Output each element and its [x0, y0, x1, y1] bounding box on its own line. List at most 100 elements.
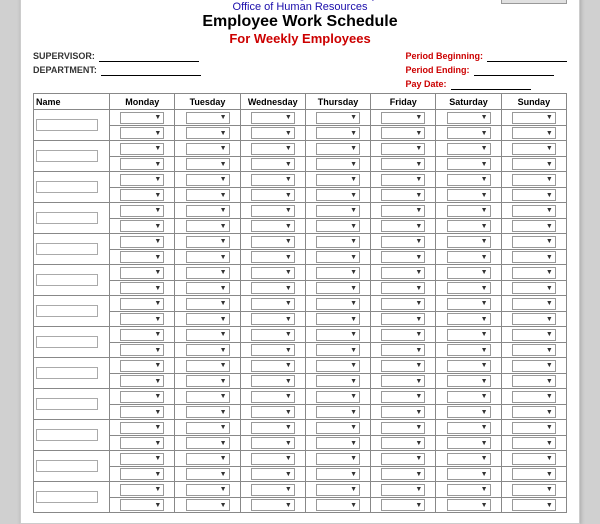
dropdown-select[interactable]: ▼	[186, 251, 230, 263]
dropdown-select[interactable]: ▼	[381, 437, 425, 449]
hours-dropdown[interactable]: ▼	[110, 281, 175, 296]
shift-dropdown[interactable]: ▼	[501, 265, 566, 281]
dropdown-select[interactable]: ▼	[447, 406, 491, 418]
dropdown-select[interactable]: ▼	[186, 282, 230, 294]
dropdown-select[interactable]: ▼	[251, 158, 295, 170]
hours-dropdown[interactable]: ▼	[175, 281, 240, 296]
hours-dropdown[interactable]: ▼	[240, 281, 305, 296]
dropdown-select[interactable]: ▼	[316, 360, 360, 372]
dropdown-select[interactable]: ▼	[251, 282, 295, 294]
hours-dropdown[interactable]: ▼	[175, 250, 240, 265]
shift-dropdown[interactable]: ▼	[436, 234, 501, 250]
shift-dropdown[interactable]: ▼	[110, 110, 175, 126]
dropdown-select[interactable]: ▼	[120, 406, 164, 418]
dropdown-select[interactable]: ▼	[120, 127, 164, 139]
dropdown-select[interactable]: ▼	[447, 360, 491, 372]
dropdown-select[interactable]: ▼	[447, 174, 491, 186]
dropdown-select[interactable]: ▼	[447, 267, 491, 279]
dropdown-select[interactable]: ▼	[447, 375, 491, 387]
dropdown-select[interactable]: ▼	[316, 220, 360, 232]
dropdown-select[interactable]: ▼	[381, 205, 425, 217]
dropdown-select[interactable]: ▼	[251, 344, 295, 356]
hours-dropdown[interactable]: ▼	[240, 343, 305, 358]
shift-dropdown[interactable]: ▼	[110, 141, 175, 157]
dropdown-select[interactable]: ▼	[447, 499, 491, 511]
hours-dropdown[interactable]: ▼	[175, 126, 240, 141]
dropdown-select[interactable]: ▼	[186, 453, 230, 465]
dropdown-select[interactable]: ▼	[447, 391, 491, 403]
hours-dropdown[interactable]: ▼	[110, 467, 175, 482]
hours-dropdown[interactable]: ▼	[501, 250, 566, 265]
shift-dropdown[interactable]: ▼	[436, 420, 501, 436]
name-input[interactable]	[36, 243, 98, 255]
dropdown-select[interactable]: ▼	[251, 127, 295, 139]
hours-dropdown[interactable]: ▼	[436, 374, 501, 389]
shift-dropdown[interactable]: ▼	[110, 265, 175, 281]
shift-dropdown[interactable]: ▼	[110, 451, 175, 467]
dropdown-select[interactable]: ▼	[316, 406, 360, 418]
dropdown-select[interactable]: ▼	[447, 329, 491, 341]
dropdown-select[interactable]: ▼	[186, 375, 230, 387]
shift-dropdown[interactable]: ▼	[436, 389, 501, 405]
dropdown-select[interactable]: ▼	[447, 468, 491, 480]
hours-dropdown[interactable]: ▼	[436, 467, 501, 482]
shift-dropdown[interactable]: ▼	[305, 420, 370, 436]
shift-dropdown[interactable]: ▼	[305, 327, 370, 343]
hours-dropdown[interactable]: ▼	[501, 343, 566, 358]
hours-dropdown[interactable]: ▼	[436, 436, 501, 451]
hours-dropdown[interactable]: ▼	[436, 157, 501, 172]
hours-dropdown[interactable]: ▼	[110, 436, 175, 451]
dropdown-select[interactable]: ▼	[316, 329, 360, 341]
shift-dropdown[interactable]: ▼	[240, 110, 305, 126]
dropdown-select[interactable]: ▼	[186, 143, 230, 155]
dropdown-select[interactable]: ▼	[186, 422, 230, 434]
dropdown-select[interactable]: ▼	[381, 499, 425, 511]
hours-dropdown[interactable]: ▼	[110, 312, 175, 327]
shift-dropdown[interactable]: ▼	[305, 203, 370, 219]
hours-dropdown[interactable]: ▼	[501, 436, 566, 451]
dropdown-select[interactable]: ▼	[251, 112, 295, 124]
dropdown-select[interactable]: ▼	[120, 282, 164, 294]
hours-dropdown[interactable]: ▼	[371, 157, 436, 172]
shift-dropdown[interactable]: ▼	[305, 389, 370, 405]
dropdown-select[interactable]: ▼	[120, 236, 164, 248]
shift-dropdown[interactable]: ▼	[110, 234, 175, 250]
hours-dropdown[interactable]: ▼	[436, 312, 501, 327]
dropdown-select[interactable]: ▼	[120, 375, 164, 387]
hours-dropdown[interactable]: ▼	[305, 157, 370, 172]
dropdown-select[interactable]: ▼	[512, 220, 556, 232]
dropdown-select[interactable]: ▼	[120, 158, 164, 170]
dropdown-select[interactable]: ▼	[381, 406, 425, 418]
dropdown-select[interactable]: ▼	[381, 484, 425, 496]
shift-dropdown[interactable]: ▼	[240, 234, 305, 250]
dropdown-select[interactable]: ▼	[186, 499, 230, 511]
dropdown-select[interactable]: ▼	[447, 313, 491, 325]
shift-dropdown[interactable]: ▼	[371, 482, 436, 498]
hours-dropdown[interactable]: ▼	[175, 374, 240, 389]
hours-dropdown[interactable]: ▼	[240, 219, 305, 234]
dropdown-select[interactable]: ▼	[186, 189, 230, 201]
shift-dropdown[interactable]: ▼	[175, 451, 240, 467]
hours-dropdown[interactable]: ▼	[436, 219, 501, 234]
dropdown-select[interactable]: ▼	[512, 499, 556, 511]
dropdown-select[interactable]: ▼	[120, 422, 164, 434]
dropdown-select[interactable]: ▼	[186, 112, 230, 124]
dropdown-select[interactable]: ▼	[447, 220, 491, 232]
dropdown-select[interactable]: ▼	[316, 205, 360, 217]
hours-dropdown[interactable]: ▼	[501, 374, 566, 389]
dropdown-select[interactable]: ▼	[512, 422, 556, 434]
period-beginning-input[interactable]	[487, 50, 567, 62]
shift-dropdown[interactable]: ▼	[436, 265, 501, 281]
hours-dropdown[interactable]: ▼	[240, 157, 305, 172]
hours-dropdown[interactable]: ▼	[501, 126, 566, 141]
dropdown-select[interactable]: ▼	[120, 499, 164, 511]
dropdown-select[interactable]: ▼	[120, 468, 164, 480]
hours-dropdown[interactable]: ▼	[501, 188, 566, 203]
shift-dropdown[interactable]: ▼	[371, 141, 436, 157]
shift-dropdown[interactable]: ▼	[371, 172, 436, 188]
hours-dropdown[interactable]: ▼	[175, 405, 240, 420]
dropdown-select[interactable]: ▼	[381, 143, 425, 155]
shift-dropdown[interactable]: ▼	[501, 172, 566, 188]
dropdown-select[interactable]: ▼	[120, 205, 164, 217]
shift-dropdown[interactable]: ▼	[371, 110, 436, 126]
